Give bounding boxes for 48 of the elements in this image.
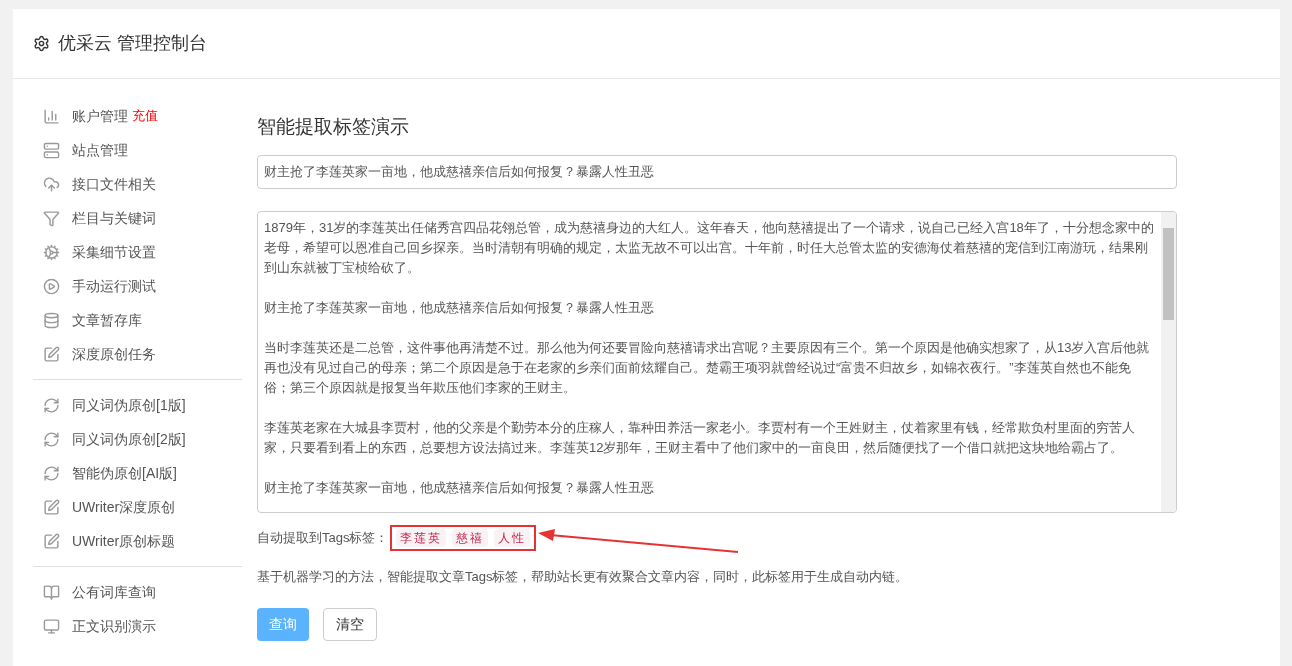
sidebar-item[interactable]: 手动运行测试	[72, 275, 156, 297]
console-title: 优采云 管理控制台	[58, 32, 207, 55]
bar-chart-icon	[43, 107, 60, 125]
sidebar-item[interactable]: 文章暂存库	[72, 309, 142, 331]
gears-icon	[43, 243, 60, 261]
tags-label: 自动提取到Tags标签：	[257, 528, 389, 547]
page-title: 智能提取标签演示	[257, 115, 410, 139]
database-icon	[43, 311, 60, 329]
play-icon	[43, 277, 60, 295]
article-paragraph: 财主抢了李莲英家一亩地，他成慈禧亲信后如何报复？暴露人性丑恶	[264, 298, 655, 317]
sidebar-item[interactable]: 正文识别演示	[72, 615, 156, 637]
title-input[interactable]: 财主抢了李莲英家一亩地，他成慈禧亲信后如何报复？暴露人性丑恶	[257, 154, 1177, 189]
refresh-icon	[43, 396, 60, 414]
sidebar-item[interactable]: 接口文件相关	[72, 173, 156, 195]
refresh-icon	[43, 464, 60, 482]
sidebar-item[interactable]: 同义词伪原创[2版]	[72, 428, 186, 450]
server-icon	[43, 141, 60, 159]
article-paragraph: 当时李莲英还是二总管，这件事他再清楚不过。那么他为何还要冒险向慈禧请求出宫呢？主要原因有三个。第一个原因是他确实想家了，从13岁入宫后他就再也没有见过自己的母亲；第二个原因是急于在老家的乡亲们面前炫耀自己。楚霸王项羽就曾经说过“富贵不归故乡，如锦衣夜行。”李莲英自然也不能免俗；第三个原因就是报复当年欺压他们李家的王财主。	[264, 338, 1151, 397]
cloud-upload-icon	[43, 175, 60, 193]
edit-icon	[43, 532, 60, 550]
clear-button[interactable]: 清空	[323, 608, 377, 641]
sidebar-item[interactable]: 公有词库查询	[72, 581, 156, 603]
tag-chip: 人性	[494, 528, 531, 547]
article-paragraph: 李莲英老家在大城县李贾村，他的父亲是个勤劳本分的庄稼人，靠种田养活一家老小。李贾村有一个王姓财主，仗着家里有钱，经常欺负村里面的穷苦人家，只要看到看上的东西，总要想方设法搞过来。李莲英12岁那年，王财主看中了他们家中的一亩良田，然后随便找了一个借口就把这块地给霸占了。	[264, 418, 1136, 457]
article-paragraph: 1879年，31岁的李莲英出任储秀宫四品花翎总管，成为慈禧身边的大红人。这年春天，他向慈禧提出了一个请求，说自己已经入宫18年了，十分想念家中的老母，希望可以恩准自己回乡探亲。当时清朝有明确的规定，太监无故不可以出宫。十年前，时任大总管太监的安德海仗着慈禧的宠信到江南游玩，结果刚到山东就被丁宝桢给砍了。	[264, 218, 1155, 277]
monitor-icon	[43, 617, 60, 635]
sidebar-item[interactable]: 智能伪原创[AI版]	[72, 462, 177, 484]
sidebar-item[interactable]: 账户管理	[72, 105, 128, 127]
edit-icon	[43, 345, 60, 363]
filter-icon	[43, 209, 60, 227]
tag-chip: 慈禧	[452, 528, 489, 547]
recharge-link[interactable]: 充值	[132, 106, 158, 126]
sidebar-item[interactable]: 同义词伪原创[1版]	[72, 394, 186, 416]
sidebar-item[interactable]: 栏目与关键词	[72, 207, 156, 229]
settings-icon	[33, 35, 50, 52]
scrollbar-thumb[interactable]	[1163, 227, 1174, 320]
sidebar-item[interactable]: 深度原创任务	[72, 343, 156, 365]
refresh-icon	[43, 430, 60, 448]
tag-chip: 李莲英	[396, 528, 447, 547]
article-paragraph: 财主抢了李莲英家一亩地，他成慈禧亲信后如何报复？暴露人性丑恶	[264, 478, 655, 497]
article-textarea[interactable]	[257, 210, 1177, 513]
book-icon	[43, 583, 60, 601]
sidebar-item[interactable]: 采集细节设置	[72, 241, 156, 263]
sidebar-item[interactable]: UWriter深度原创	[72, 496, 176, 518]
help-text: 基于机器学习的方法，智能提取文章Tags标签，帮助站长更有效聚合文章内容，同时，此标签用于生成自动内链。	[257, 567, 910, 586]
edit-icon	[43, 498, 60, 516]
sidebar-item[interactable]: UWriter原创标题	[72, 530, 176, 552]
sidebar-item[interactable]: 站点管理	[72, 139, 128, 161]
